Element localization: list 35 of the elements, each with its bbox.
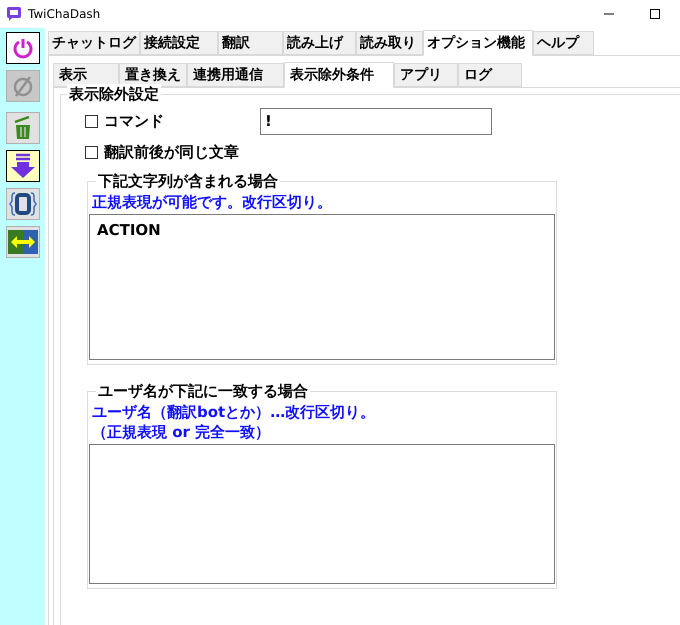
sidebar-button[interactable]: [6, 150, 40, 182]
tab[interactable]: ヘルプ: [533, 31, 594, 55]
hint-text: 正規表現が可能です。改行区切り。: [92, 192, 333, 212]
tab[interactable]: オプション機能: [423, 30, 533, 56]
checkbox[interactable]: [85, 114, 98, 128]
tab[interactable]: 翻訳: [218, 31, 283, 55]
group-title: ユーザ名が下記に一致する場合: [96, 381, 310, 401]
tab[interactable]: 読み上げ: [283, 31, 356, 55]
hint-text: ユーザ名（翻訳botとか）…改行区切り。: [92, 402, 376, 422]
tab[interactable]: ログ: [458, 63, 522, 87]
checkbox[interactable]: [85, 146, 98, 158]
maximize-icon: [650, 9, 660, 19]
tab[interactable]: アプリ: [394, 63, 458, 87]
power-icon: [12, 37, 34, 59]
hint-text: （正規表現 or 完全一致）: [92, 422, 272, 442]
tab[interactable]: 接続設定: [140, 31, 218, 55]
command-field[interactable]: !: [260, 108, 492, 134]
tab[interactable]: 置き換え: [119, 63, 187, 87]
app-icon: [6, 6, 22, 22]
tab[interactable]: チャットログ: [48, 31, 140, 55]
swap-icon: [8, 230, 38, 254]
group-title: 表示除外設定: [67, 84, 161, 104]
text-area[interactable]: ACTION: [89, 214, 555, 360]
group-title: 下記文字列が含まれる場合: [96, 171, 280, 191]
sidebar-button[interactable]: [6, 32, 40, 64]
window-title: TwiChaDash: [28, 6, 100, 23]
checkbox-label: コマンド: [104, 110, 164, 132]
sidebar-button[interactable]: [6, 188, 40, 220]
tab[interactable]: 表示除外条件: [284, 62, 394, 88]
tab[interactable]: 連携用通信: [187, 63, 284, 87]
tab[interactable]: 表示: [53, 63, 119, 87]
down-arrow-icon: [8, 153, 36, 179]
checkbox-label: 翻訳前後が同じ文章: [104, 142, 239, 163]
bracket-icon: [8, 191, 36, 217]
tab[interactable]: 読み取り: [356, 31, 423, 55]
